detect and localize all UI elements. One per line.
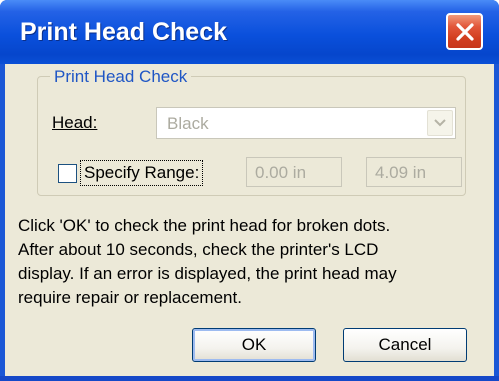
window-title: Print Head Check — [20, 18, 228, 46]
head-select[interactable]: Black — [156, 107, 456, 139]
description-line: After about 10 seconds, check the printe… — [18, 240, 379, 259]
specify-range-checkbox[interactable] — [58, 164, 77, 183]
group-legend: Print Head Check — [50, 67, 192, 87]
ok-button[interactable]: OK — [192, 328, 316, 362]
close-icon — [455, 22, 475, 42]
head-label: Head: — [52, 113, 97, 133]
window-bottom-border — [0, 376, 499, 381]
cancel-button[interactable]: Cancel — [343, 328, 467, 362]
range-start-value: 0.00 in — [255, 163, 307, 182]
specify-range-label[interactable]: Specify Range: — [80, 160, 204, 186]
print-head-check-group: Print Head Check Head: Black Specify Ran… — [37, 67, 466, 196]
close-button[interactable] — [446, 13, 483, 50]
chevron-down-icon — [434, 114, 446, 132]
head-dropdown-button[interactable] — [427, 110, 453, 136]
description-line: require repair or replacement. — [18, 288, 242, 307]
description-line: Click 'OK' to check the print head for b… — [18, 216, 391, 235]
description-text: Click 'OK' to check the print head for b… — [18, 214, 488, 310]
dialog-window: Print Head Check Print Head Check Head: … — [0, 0, 499, 381]
head-select-value: Black — [167, 114, 209, 133]
range-start-field[interactable]: 0.00 in — [246, 157, 342, 187]
head-label-text: Head: — [52, 113, 98, 132]
range-end-value: 4.09 in — [375, 163, 427, 182]
dialog-body: Print Head Check Head: Black Specify Ran… — [5, 64, 494, 376]
title-bar[interactable]: Print Head Check — [0, 0, 499, 64]
description-line: display. If an error is displayed, the p… — [18, 264, 397, 283]
range-end-field[interactable]: 4.09 in — [366, 157, 462, 187]
